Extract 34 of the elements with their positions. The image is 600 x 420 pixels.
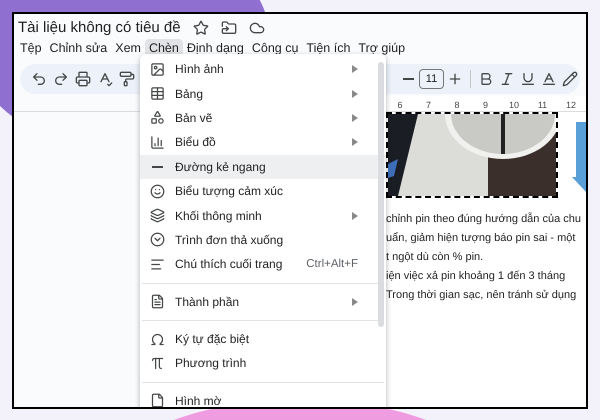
font-size-field[interactable]: 11: [419, 69, 444, 89]
ruler-number: 8: [453, 99, 460, 111]
ruler-number: 6: [396, 99, 404, 111]
body-text-line: iện việc xả pin khoảng 1 đến 3 tháng: [386, 269, 566, 284]
document-title[interactable]: Tài liệu không có tiêu đề: [18, 16, 181, 40]
menu-item[interactable]: Hình ảnh: [140, 57, 386, 82]
menu-item[interactable]: Bảng: [140, 81, 386, 106]
menu-bar-item[interactable]: Định dạng: [182, 38, 248, 58]
body-text-line: chỉnh pin theo đúng hướng dẫn của chu: [386, 212, 582, 227]
menu-item[interactable]: Ký tự đặc biệt: [140, 326, 386, 352]
ruler-number: 7: [424, 99, 432, 111]
menu-bar-item[interactable]: Tiện ích: [302, 38, 354, 58]
menu-item[interactable]: Biểu đồ: [140, 130, 386, 155]
menu-bar-item[interactable]: Công cụ: [248, 38, 302, 58]
menu-item[interactable]: Phương trình: [140, 351, 386, 376]
ruler-number: 11: [536, 99, 548, 111]
menu-item[interactable]: Trình đơn thả xuống: [140, 228, 386, 252]
menu-item[interactable]: Đường kẻ ngang: [140, 154, 386, 179]
menu-item[interactable]: Hình mờ: [140, 388, 386, 407]
body-text-line: uẩn, giảm hiện tượng báo pin sai - một: [386, 231, 576, 246]
menu-bar-item[interactable]: Xem: [111, 38, 145, 58]
ruler-number: 12: [565, 99, 577, 111]
ruler-number: 9: [482, 99, 489, 111]
menu-bar-item[interactable]: Trợ giúp: [354, 38, 410, 58]
body-text-line: Trong thời gian sạc, nên tránh sử dụng: [386, 288, 578, 303]
menu-item[interactable]: Khối thông minh: [140, 203, 386, 228]
body-text-line: t ngột dù còn % pin.: [386, 250, 484, 265]
menu-item[interactable]: Biểu tượng cảm xúc: [140, 178, 386, 204]
ruler-number: 10: [508, 99, 520, 111]
menu-item[interactable]: Bản vẽ: [140, 106, 386, 130]
menu-item[interactable]: Thành phần: [140, 290, 386, 314]
menu-bar-item[interactable]: Tệp: [16, 38, 46, 58]
menu-bar-item[interactable]: Chỉnh sửa: [46, 38, 112, 58]
menu-item[interactable]: Chú thích cuối trang Ctrl+Alt+F: [140, 252, 386, 277]
